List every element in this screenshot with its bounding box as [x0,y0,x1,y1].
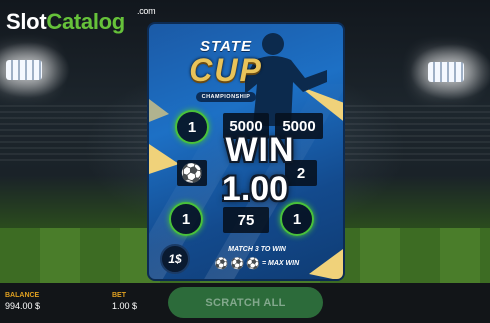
scratch-card[interactable]: STATE CUP CHAMPIONSHIP 1 5000 5000 ⚽ 2 1… [147,22,345,281]
win-amount: 1.00 [221,170,289,208]
symbol-value: 1 [292,210,302,228]
floodlight-right [428,62,464,82]
game-title: STATE CUP CHAMPIONSHIP [171,38,281,103]
rules-text: MATCH 3 TO WIN ⚽ ⚽ ⚽ = MAX WIN [197,246,317,270]
balance-label: BALANCE [5,292,40,299]
rules-max-win: = MAX WIN [261,260,300,267]
logo-suffix: .com [137,6,156,16]
rules-line-2: ⚽ ⚽ ⚽ = MAX WIN [197,257,317,270]
title-cup: CUP [189,52,263,88]
soccer-ball-icon: ⚽ [214,258,229,270]
rules-line-1: MATCH 3 TO WIN [228,246,286,253]
bet-label: BET [112,292,126,299]
scratch-all-button[interactable]: SCRATCH ALL [168,287,323,318]
symbol-value: 1 [181,210,191,228]
title-subtitle: CHAMPIONSHIP [195,92,257,102]
soccer-ball-icon: ⚽ [230,258,245,270]
soccer-ball-icon: ⚽ [246,258,260,270]
floodlight-left [6,60,42,80]
win-label: WIN [225,131,295,169]
symbol-value: 1 [187,118,197,136]
site-logo: SlotCatalog .com [6,6,156,35]
symbol-value: 75 [237,211,255,229]
stand-right [340,105,490,165]
logo-text-b: Catalog [46,9,125,34]
balance-value: 994.00 $ [5,301,41,311]
logo-text-a: Slot [6,9,47,34]
ticket-price-badge: 1$ [160,244,190,274]
symbol-cell-win[interactable]: 1 [175,110,209,144]
stand-left [0,105,150,165]
bet-value: 1.00 $ [112,301,138,311]
symbol-cell[interactable]: 75 [223,207,269,233]
